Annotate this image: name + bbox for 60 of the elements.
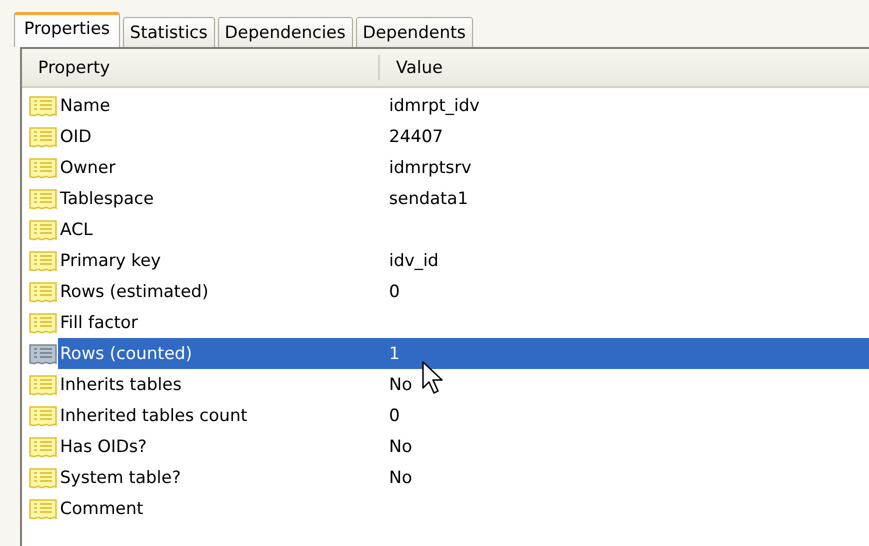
property-name: Inherited tables count	[59, 406, 248, 426]
property-value: sendata1	[389, 188, 468, 208]
list-row[interactable]: Tablespace sendata1	[58, 183, 869, 214]
property-name: Primary key	[59, 250, 162, 270]
property-value: 0	[389, 406, 400, 426]
property-value: idmrptsrv	[389, 158, 472, 178]
list-icon	[28, 404, 58, 428]
property-name: OID	[59, 126, 92, 146]
list-icon	[28, 310, 58, 334]
list-row[interactable]: System table? No	[58, 462, 869, 493]
list-icon	[28, 156, 58, 180]
property-value: idmrpt_idv	[389, 96, 480, 116]
list-row[interactable]: Primary key idv_id	[58, 245, 869, 276]
tab[interactable]: Properties	[14, 12, 120, 47]
list-row[interactable]: ACL	[58, 214, 869, 245]
list-row[interactable]: OID 24407	[58, 121, 869, 152]
list-icon	[28, 342, 58, 366]
list-row[interactable]: Fill factor	[58, 307, 869, 338]
list-row[interactable]: Rows (estimated) 0	[58, 276, 869, 307]
property-name: Has OIDs?	[59, 436, 148, 456]
property-name: ACL	[59, 220, 94, 240]
property-name: Tablespace	[59, 188, 155, 208]
property-name: Rows (counted)	[59, 344, 194, 364]
property-name: Fill factor	[59, 312, 139, 332]
list-icon	[28, 218, 58, 242]
tab[interactable]: Statistics	[122, 17, 215, 47]
list-icon	[28, 124, 58, 148]
list-row[interactable]: Owner idmrptsrv	[58, 152, 869, 183]
property-name: System table?	[59, 468, 182, 488]
list-icon	[28, 434, 58, 458]
tab[interactable]: Dependents	[356, 17, 473, 47]
property-name: Rows (estimated)	[59, 282, 210, 302]
column-header[interactable]: Value	[380, 49, 869, 86]
list-icon	[28, 372, 58, 396]
property-name: Name	[59, 96, 112, 116]
property-value: No	[389, 468, 412, 488]
list-row[interactable]: Inherits tables No	[58, 369, 869, 400]
tab[interactable]: Dependencies	[218, 17, 353, 47]
property-name: Inherits tables	[59, 374, 183, 394]
list-row[interactable]: Inherited tables count 0	[58, 400, 869, 431]
list-row[interactable]: Has OIDs? No	[58, 431, 869, 462]
property-value: idv_id	[389, 250, 439, 270]
list-icon	[28, 280, 58, 304]
property-value: 24407	[389, 126, 444, 146]
list-icon	[28, 466, 58, 490]
property-value: No	[389, 436, 412, 456]
list-row[interactable]: Comment	[58, 493, 869, 524]
list-row[interactable]: Name idmrpt_idv	[58, 90, 869, 121]
property-name: Owner	[59, 158, 117, 178]
list-icon	[28, 186, 58, 210]
property-value: 1	[389, 344, 400, 364]
list-row[interactable]: Rows (counted) 1	[58, 338, 869, 369]
property-value: No	[389, 374, 412, 394]
property-name: Comment	[59, 498, 144, 518]
list-icon	[28, 248, 58, 272]
list-icon	[28, 94, 58, 118]
list-icon	[28, 496, 58, 520]
mouse-pointer-icon	[422, 361, 443, 394]
property-value: 0	[389, 282, 400, 302]
column-header[interactable]: Property	[22, 55, 380, 80]
